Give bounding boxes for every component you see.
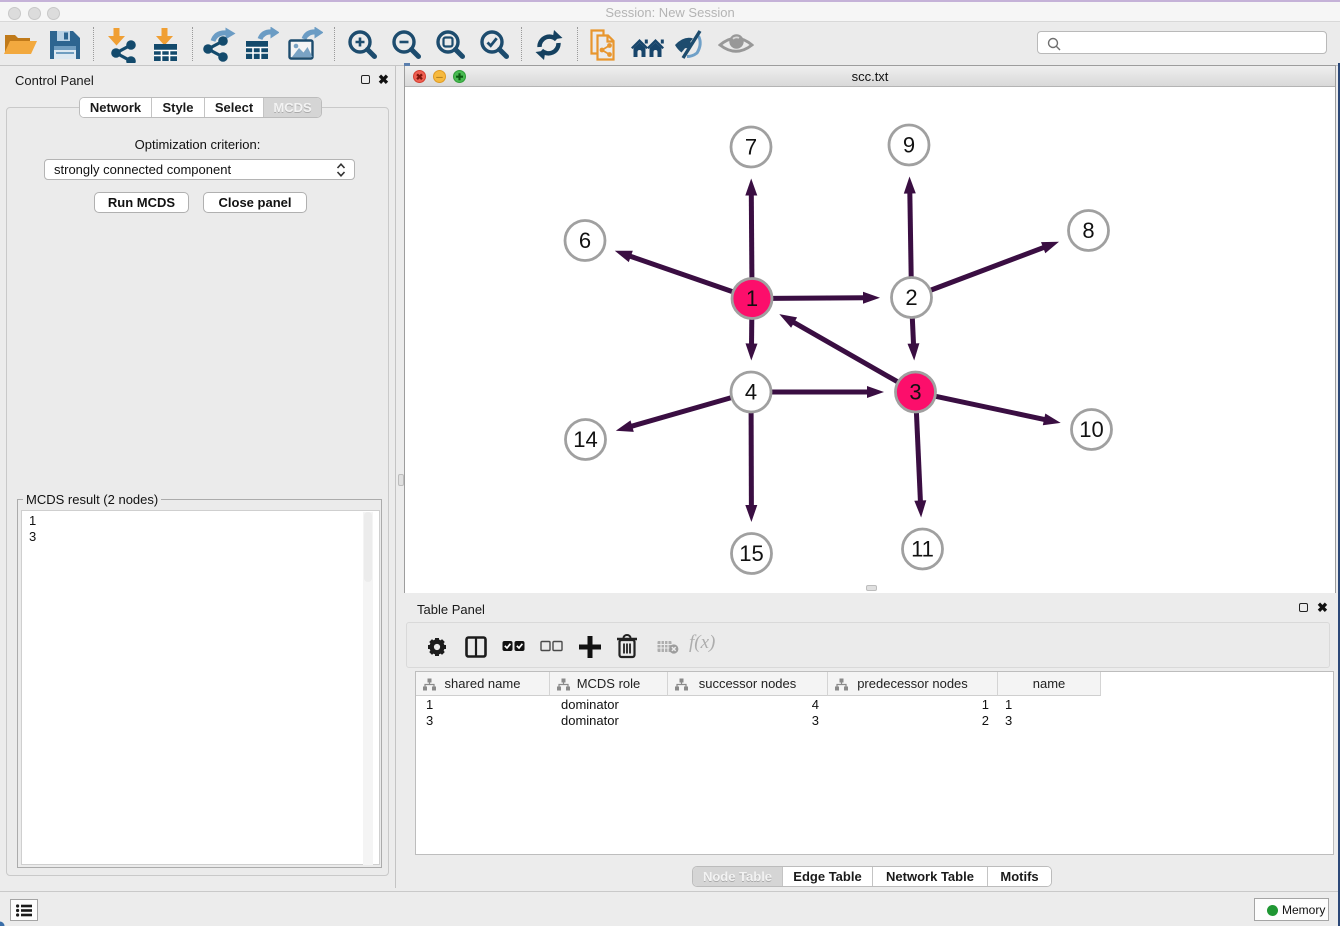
svg-text:1: 1 — [746, 286, 758, 311]
svg-text:14: 14 — [573, 427, 597, 452]
svg-text:2: 2 — [905, 285, 917, 310]
svg-text:7: 7 — [745, 135, 757, 160]
svg-text:6: 6 — [579, 228, 591, 253]
svg-text:11: 11 — [911, 537, 934, 562]
svg-text:9: 9 — [903, 133, 915, 158]
svg-text:8: 8 — [1082, 218, 1094, 243]
svg-text:3: 3 — [909, 380, 921, 405]
svg-text:15: 15 — [739, 541, 763, 566]
svg-text:10: 10 — [1079, 417, 1103, 442]
svg-text:4: 4 — [745, 380, 757, 405]
